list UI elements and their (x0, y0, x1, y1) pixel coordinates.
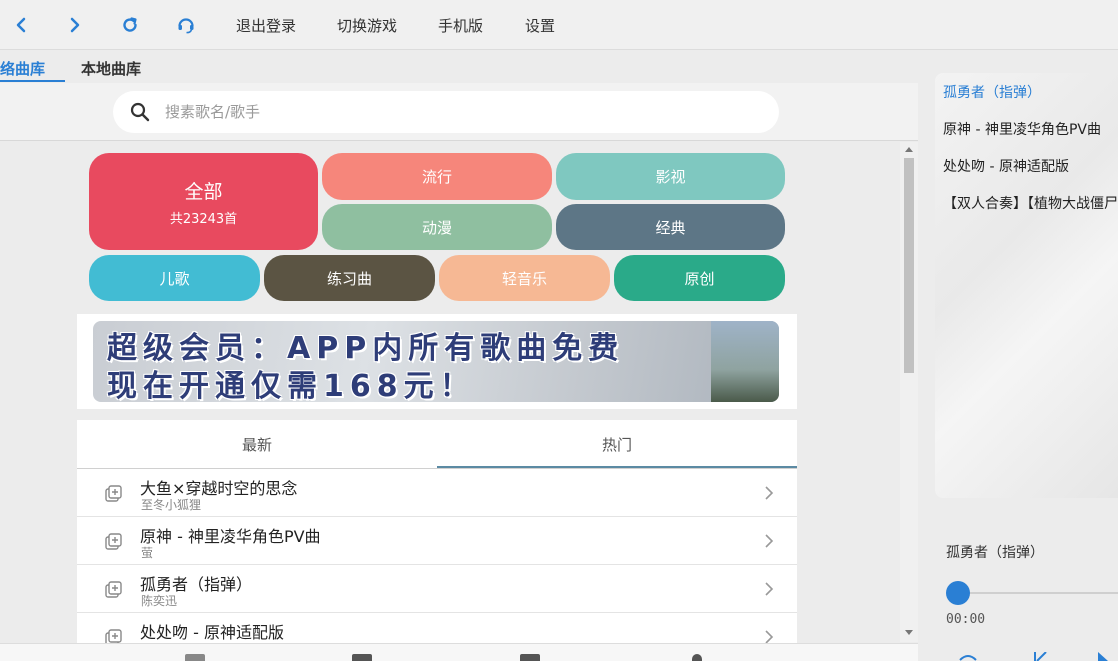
category-pop[interactable]: 流行 (322, 153, 552, 200)
search-input[interactable] (165, 103, 725, 121)
category-all-label: 全部 (184, 180, 223, 203)
add-to-playlist-icon[interactable] (104, 484, 124, 504)
playlist-item-current[interactable]: 孤勇者（指弹） (943, 82, 1041, 102)
promo-banner[interactable]: 超级会员：APP内所有歌曲免费 现在开通仅需168元！ (77, 314, 797, 409)
category-label: 经典 (655, 218, 686, 237)
tab-latest[interactable]: 最新 (77, 420, 437, 468)
category-label: 原创 (684, 269, 715, 288)
scroll-thumb[interactable] (904, 158, 914, 373)
category-label: 儿歌 (159, 269, 190, 288)
refresh-icon[interactable] (118, 13, 142, 37)
chevron-left-icon[interactable] (9, 13, 33, 37)
mobile-version-button[interactable]: 手机版 (438, 15, 483, 36)
chevron-right-icon[interactable] (63, 13, 87, 37)
tab-hot[interactable]: 热门 (437, 420, 797, 468)
grid-icon[interactable] (352, 654, 372, 661)
chevron-right-icon (763, 533, 775, 549)
song-artist: 至冬小狐狸 (141, 498, 202, 512)
switch-game-button[interactable]: 切换游戏 (337, 15, 397, 36)
playlist-item[interactable]: 处处吻 - 原神适配版 (943, 156, 1069, 176)
song-artist: 萤 (141, 546, 154, 560)
playlist-item[interactable]: 【双人合奏】【植物大战僵尸 (943, 193, 1118, 213)
vertical-scrollbar[interactable] (900, 142, 918, 642)
previous-icon[interactable] (1032, 652, 1048, 661)
category-film[interactable]: 影视 (556, 153, 785, 200)
banner-decoration (711, 321, 779, 402)
headset-icon[interactable] (174, 13, 198, 37)
category-label: 练习曲 (326, 269, 372, 288)
add-to-playlist-icon[interactable] (104, 580, 124, 600)
category-etude[interactable]: 练习曲 (264, 255, 435, 301)
playlist-panel: 孤勇者（指弹） 原神 - 神里凌华角色PV曲 处处吻 - 原神适配版 【双人合奏… (935, 73, 1118, 498)
list-item[interactable]: 大鱼×穿越时空的思念 至冬小狐狸 (77, 469, 797, 517)
bottom-nav (0, 643, 918, 661)
elapsed-time: 00:00 (946, 612, 986, 627)
category-label: 流行 (421, 168, 452, 186)
category-label: 动漫 (421, 218, 452, 237)
active-tab-indicator (0, 80, 65, 82)
list-item[interactable]: 孤勇者（指弹） 陈奕迅 (77, 565, 797, 613)
settings-button[interactable]: 设置 (525, 15, 555, 36)
progress-track[interactable] (958, 592, 1118, 594)
progress-slider-handle[interactable] (946, 581, 970, 605)
category-all-count: 共23243首 (169, 211, 238, 227)
top-toolbar: 退出登录 切换游戏 手机版 设置 (0, 0, 1118, 50)
song-artist: 陈奕迅 (141, 594, 178, 608)
repeat-icon[interactable] (958, 652, 978, 661)
scroll-up-icon[interactable] (905, 147, 913, 152)
tab-local-library[interactable]: 本地曲库 (81, 58, 141, 79)
category-label: 轻音乐 (501, 269, 547, 288)
search-box (113, 91, 779, 133)
song-title: 原神 - 神里凌华角色PV曲 (140, 527, 321, 546)
category-anime[interactable]: 动漫 (322, 204, 552, 250)
playlist-item[interactable]: 原神 - 神里凌华角色PV曲 (943, 119, 1101, 139)
tab-online-library[interactable]: 络曲库 (0, 58, 45, 79)
chevron-right-icon (763, 485, 775, 501)
library-tabs: 络曲库 本地曲库 (0, 50, 918, 83)
song-title: 处处吻 - 原神适配版 (140, 623, 284, 642)
category-label: 影视 (655, 168, 686, 186)
logout-button[interactable]: 退出登录 (236, 15, 296, 36)
song-list-panel: 最新 热门 大鱼×穿越时空的思念 至冬小狐狸 原神 - 神里凌华角色PV曲 萤 … (77, 420, 797, 661)
list-item[interactable]: 原神 - 神里凌华角色PV曲 萤 (77, 517, 797, 565)
search-icon[interactable] (129, 101, 151, 123)
home-icon[interactable] (185, 654, 205, 661)
category-light-music[interactable]: 轻音乐 (439, 255, 610, 301)
active-song-tab-indicator (437, 466, 797, 468)
category-kids[interactable]: 儿歌 (89, 255, 260, 301)
category-original[interactable]: 原创 (614, 255, 785, 301)
banner-line-2: 现在开通仅需168元！ (107, 369, 476, 402)
message-icon[interactable] (520, 654, 540, 661)
now-playing-title: 孤勇者（指弹） (946, 545, 1044, 561)
play-icon[interactable] (1094, 652, 1110, 661)
profile-icon[interactable] (692, 654, 702, 661)
search-bar (0, 83, 918, 141)
chevron-right-icon (763, 581, 775, 597)
category-classic[interactable]: 经典 (556, 204, 785, 250)
promo-banner-image: 超级会员：APP内所有歌曲免费 现在开通仅需168元！ (93, 321, 779, 402)
category-all[interactable]: 全部 共23243首 (89, 153, 318, 250)
scroll-down-icon[interactable] (905, 630, 913, 635)
add-to-playlist-icon[interactable] (104, 532, 124, 552)
main-content: 全部 共23243首 流行 影视 动漫 经典 儿歌 练习曲 轻音乐 原创 超级会… (0, 142, 918, 661)
